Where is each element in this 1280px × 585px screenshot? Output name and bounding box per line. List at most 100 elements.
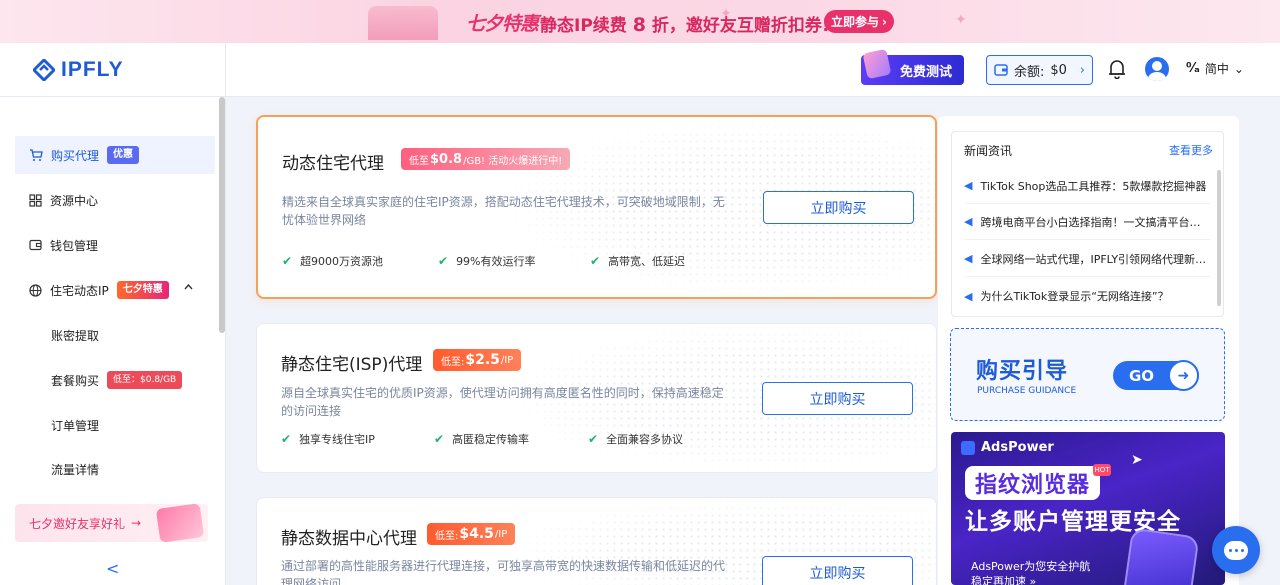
header: IPFLY 免费测试 余额: $0 › ⁰⁄ₐ 简中 ⌄ [0, 43, 1280, 97]
language-selector[interactable]: ⁰⁄ₐ 简中 ⌄ [1186, 60, 1244, 77]
view-more-link[interactable]: 查看更多 [1169, 142, 1213, 158]
adspower-ad[interactable]: AdsPower ➤ 指纹浏览器 HOT 让多账户管理更安全 AdsPower为… [951, 432, 1225, 585]
news-scrollbar[interactable] [1217, 170, 1221, 306]
product-title: 动态住宅代理 [282, 154, 384, 174]
join-now-button[interactable]: 立即参与 › [824, 10, 894, 33]
sidebar-item-order-management[interactable]: 订单管理 [15, 406, 215, 444]
check-icon: ✔ [590, 254, 601, 268]
discount-tag: 优惠 [107, 146, 140, 164]
purchase-guide-card[interactable]: 购买引导 PURCHASE GUIDANCE GO ➜ [950, 328, 1225, 421]
speaker-icon: ◀︎ [964, 215, 973, 228]
news-item[interactable]: ◀︎ 跨境电商平台小白选择指南！一文搞清平台差异 [964, 204, 1210, 240]
news-title: 新闻资讯 [964, 144, 1013, 158]
feature-item: ✔ 全面兼容多协议 [588, 432, 684, 446]
wallet-icon [29, 239, 42, 251]
speaker-icon: ◀︎ [964, 179, 973, 192]
product-card-dynamic-residential: 动态住宅代理 低至 $0.8/GB! 活动火爆进行中! 精选来自全球真实家庭的住宅… [256, 115, 937, 299]
product-description: 通过部署的高性能服务器进行代理连接，可独享高带宽的快速数据传输和低延迟的代理网络… [281, 559, 726, 585]
cart-icon [30, 148, 43, 161]
ad-line: AdsPower为您安全护航 [971, 560, 1091, 573]
gift-box-icon [862, 48, 892, 80]
check-icon: ✔ [438, 254, 449, 268]
guide-title: 购买引导 [976, 359, 1069, 384]
feature-item: ✔ 99%有效运行率 [438, 254, 536, 268]
buy-now-button[interactable]: 立即购买 [762, 382, 913, 415]
guide-subtitle: PURCHASE GUIDANCE [977, 386, 1077, 396]
product-list: 动态住宅代理 低至 $0.8/GB! 活动火爆进行中! 精选来自全球真实家庭的住宅… [226, 97, 938, 585]
balance-value: $0 [1050, 62, 1067, 78]
banner-illustration [368, 6, 438, 40]
shield-icon [1122, 527, 1200, 585]
price-badge: 低至: $2.5/IP [433, 349, 522, 371]
sidebar-item-buy-proxy[interactable]: 购买代理 优惠 [15, 136, 215, 174]
festival-tag: 七夕特惠 [116, 281, 169, 299]
product-title: 静态数据中心代理 [281, 529, 417, 549]
sidebar: 购买代理 优惠 资源中心 钱包管理 住宅动态IP 七夕特惠 账密提取 套餐购买 … [0, 97, 226, 585]
collapse-sidebar-icon[interactable]: < [106, 559, 119, 578]
product-description: 精选来自全球真实家庭的住宅IP资源，搭配动态住宅代理技术，可突破地域限制，无忧体… [282, 195, 725, 227]
banner-brand: 七夕特惠 [466, 13, 539, 35]
check-icon: ✔ [281, 432, 292, 446]
chevron-down-icon: ⌄ [1233, 61, 1244, 76]
news-item[interactable]: ◀︎ TikTok Shop选品工具推荐：5款爆款挖掘神器 [964, 168, 1210, 204]
user-avatar-icon[interactable] [1145, 57, 1169, 81]
invite-promo-button[interactable]: 七夕邀好友享好礼 → [15, 503, 208, 543]
cursor-icon: ➤ [1131, 452, 1143, 468]
adspower-logo-icon [961, 440, 975, 455]
wallet-icon [994, 64, 1008, 76]
feature-item: ✔ 高带宽、低延迟 [590, 254, 686, 268]
feature-item: ✔ 独享专线住宅IP [281, 432, 375, 446]
sidebar-scrollbar[interactable] [219, 97, 225, 333]
promo-banner[interactable]: ✦ ✦ 七夕特惠 静态IP续费 8 折，邀好友互赠折扣券! 立即参与 › [0, 0, 1280, 43]
news-panel: 新闻资讯 查看更多 ◀︎ TikTok Shop选品工具推荐：5款爆款挖掘神器 ◀… [951, 131, 1224, 317]
news-item[interactable]: ◀︎ 为什么TikTok登录显示“无网络连接”？ [964, 278, 1210, 314]
logo-text: IPFLY [61, 58, 124, 81]
grid-icon [29, 193, 42, 207]
bird-decoration-icon: ✦ [955, 12, 967, 28]
product-description: 源自全球真实住宅的优质IP资源，使代理访问拥有高度匿名性的同时，保持高速稳定的访… [281, 386, 724, 418]
chevron-right-icon: › [1079, 62, 1085, 78]
gift-illustration [155, 503, 205, 543]
bell-icon[interactable] [1108, 59, 1126, 79]
ad-line: 稳定再加速 » [971, 575, 1037, 585]
ipfly-logo-icon [33, 59, 55, 81]
buy-now-button[interactable]: 立即购买 [762, 556, 913, 585]
feature-item: ✔ 超9000万资源池 [282, 254, 384, 268]
speaker-icon: ◀︎ [964, 252, 973, 265]
translate-icon: ⁰⁄ₐ [1186, 61, 1200, 76]
arrow-right-icon: ➜ [1168, 360, 1199, 391]
news-item[interactable]: ◀︎ 全球网络一站式代理，IPFLY引领网络代理新潮流 [964, 241, 1210, 277]
sidebar-item-package-purchase[interactable]: 套餐购买 低至：$0.8/GB [15, 361, 215, 399]
chat-bubble-icon [1224, 540, 1248, 560]
ad-brand: AdsPower [961, 440, 1054, 455]
sidebar-item-resource-center[interactable]: 资源中心 [15, 181, 215, 219]
price-tag: 低至：$0.8/GB [107, 371, 183, 389]
logo[interactable]: IPFLY [0, 43, 226, 97]
hot-tag: HOT [1093, 464, 1111, 476]
balance-button[interactable]: 余额: $0 › [986, 55, 1093, 85]
product-title: 静态住宅(ISP)代理 [281, 355, 423, 375]
product-card-static-isp: 静态住宅(ISP)代理 低至: $2.5/IP 源自全球真实住宅的优质IP资源，… [256, 323, 937, 473]
free-test-button[interactable]: 免费测试 [861, 48, 964, 85]
speaker-icon: ◀︎ [964, 289, 973, 303]
sidebar-item-credential-extract[interactable]: 账密提取 [15, 316, 215, 354]
check-icon: ✔ [588, 432, 599, 446]
ad-headline: 指纹浏览器 [965, 466, 1101, 500]
arrow-right-icon: → [131, 516, 142, 530]
feature-item: ✔ 高匿稳定传输率 [434, 432, 530, 446]
chevron-up-icon [184, 284, 193, 290]
check-icon: ✔ [434, 432, 445, 446]
sidebar-item-traffic-details[interactable]: 流量详情 [15, 450, 215, 488]
go-button[interactable]: GO ➜ [1113, 360, 1199, 391]
chevron-right-icon: › [882, 14, 887, 29]
globe-icon [29, 283, 42, 297]
buy-now-button[interactable]: 立即购买 [763, 191, 914, 224]
price-badge: 低至 $0.8/GB! 活动火爆进行中! [401, 148, 571, 170]
product-card-static-datacenter: 静态数据中心代理 低至: $4.5/IP 通过部署的高性能服务器进行代理连接，可… [256, 497, 937, 585]
sidebar-item-wallet[interactable]: 钱包管理 [15, 226, 215, 264]
banner-message: 静态IP续费 8 折，邀好友互赠折扣券! [540, 14, 830, 36]
price-badge: 低至: $4.5/IP [427, 523, 516, 545]
chat-button[interactable] [1212, 526, 1260, 574]
check-icon: ✔ [282, 254, 293, 268]
sidebar-item-residential-ip[interactable]: 住宅动态IP 七夕特惠 [15, 271, 215, 309]
